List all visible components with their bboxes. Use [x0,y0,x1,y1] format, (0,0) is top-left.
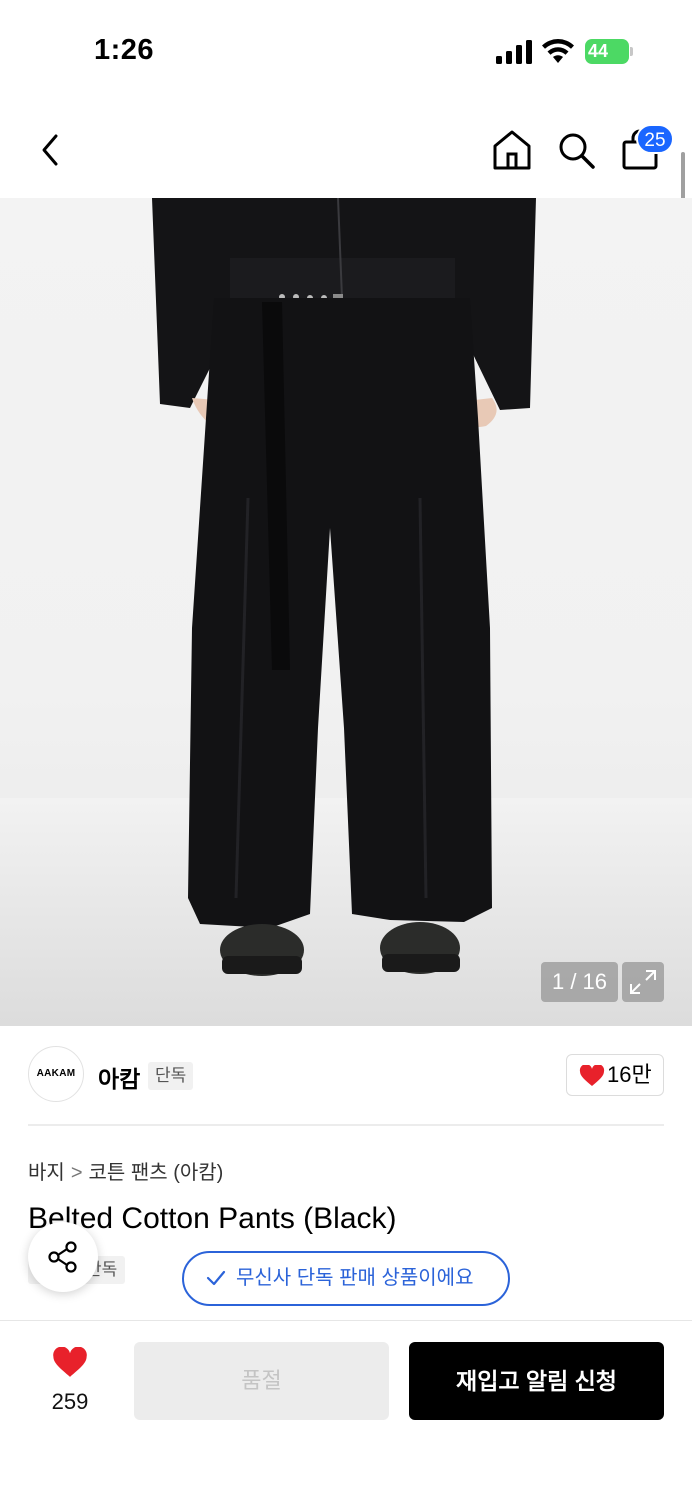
bottom-action-bar: 259 품절 재입고 알림 신청 [0,1320,692,1500]
heart-icon [579,1065,605,1086]
brand-like-count: 16만 [607,1062,652,1087]
breadcrumb-category[interactable]: 바지 [28,1162,65,1184]
brand-row[interactable]: AAKAM 아캄 단독 16만 [0,1026,692,1126]
breadcrumb-subcategory[interactable]: 코튼 팬츠 (아캄) [89,1162,224,1184]
exclusive-notice-text: 무신사 단독 판매 상품이에요 [236,1267,474,1289]
share-icon [48,1241,77,1273]
like-count: 259 [51,1389,89,1414]
soldout-button[interactable]: 품절 [134,1342,389,1420]
brand-name[interactable]: 아캄 [98,1060,140,1094]
check-icon [206,1270,226,1286]
exclusive-notice-pill[interactable]: 무신사 단독 판매 상품이에요 [182,1251,510,1306]
battery-level: 44 [585,39,629,64]
product-image[interactable] [0,198,692,1026]
status-time: 1:26 [94,34,155,66]
divider [28,1124,664,1126]
status-bar: 1:26 44 [0,0,692,100]
back-arrow-icon[interactable] [32,130,68,170]
search-icon[interactable] [555,129,597,171]
expand-icon [630,970,656,994]
brand-logo[interactable]: AAKAM [28,1046,84,1102]
breadcrumb: 바지 > 코튼 팬츠 (아캄) [28,1156,223,1185]
pants-photo [0,198,692,1026]
heart-icon [53,1347,87,1377]
like-button[interactable]: 259 [32,1345,108,1421]
brand-like-button[interactable]: 16만 [566,1054,664,1096]
battery-icon: 44 [585,39,633,64]
cellular-signal-icon [496,40,532,64]
breadcrumb-separator: > [70,1162,83,1184]
exclusive-tag: 단독 [148,1062,194,1090]
cart-count-badge: 25 [636,124,674,154]
home-icon[interactable] [491,128,533,172]
expand-image-button[interactable] [622,962,664,1002]
share-button[interactable] [28,1222,98,1292]
wifi-icon [542,39,574,63]
top-nav: 25 [0,100,692,198]
image-counter: 1 / 16 [541,962,618,1002]
restock-alert-button[interactable]: 재입고 알림 신청 [409,1342,664,1420]
